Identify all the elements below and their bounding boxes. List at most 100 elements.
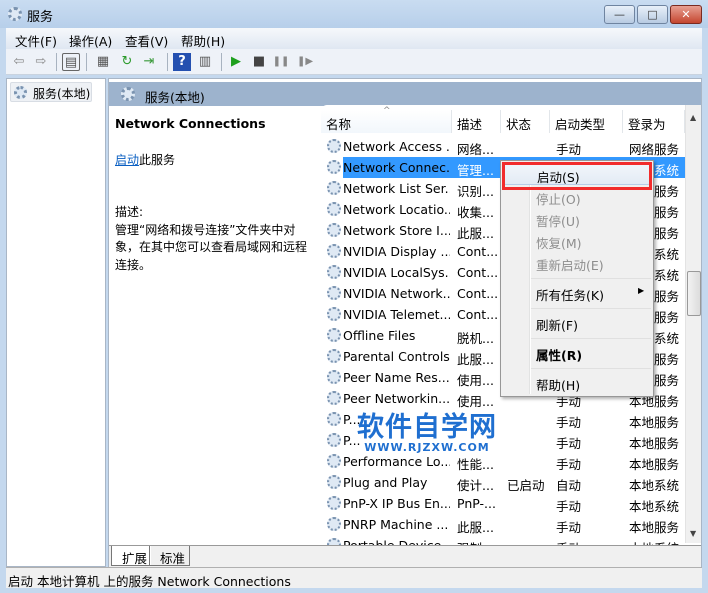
sort-ascending-icon: ^	[383, 106, 391, 116]
service-log-on-as: 本地服务	[629, 415, 680, 430]
service-description: 网络...	[457, 142, 494, 157]
service-description: Cont...	[457, 286, 499, 301]
start-service-icon[interactable]: ▶	[227, 53, 245, 71]
service-startup-type: 手动	[556, 142, 582, 157]
service-description: 此服...	[457, 226, 494, 241]
menu-item-resume[interactable]: 恢复(M)	[503, 230, 651, 252]
menu-file[interactable]: 文件(F)	[15, 31, 57, 50]
service-description: 识别...	[457, 184, 494, 199]
service-name: Plug and Play	[343, 475, 428, 490]
service-gear-icon	[327, 433, 341, 447]
service-name: Network Access ...	[343, 139, 450, 154]
column-header-startup-type[interactable]: 启动类型	[550, 110, 623, 133]
service-gear-icon	[327, 265, 341, 279]
maximize-button[interactable]: □	[637, 5, 668, 24]
context-menu: 启动(S) 停止(O) 暂停(U) 恢复(M) 重新启动(E) 所有任务(K) ▶…	[500, 160, 654, 397]
column-header-name[interactable]: 名称 ^	[321, 106, 452, 133]
menu-item-all-tasks[interactable]: 所有任务(K) ▶	[503, 282, 651, 304]
service-description: 管理...	[457, 163, 494, 178]
close-button[interactable]: ✕	[670, 5, 702, 24]
console-icon[interactable]: ▥	[196, 53, 214, 71]
service-name: Parental Controls	[343, 349, 450, 364]
column-header-description[interactable]: 描述	[452, 110, 501, 133]
watermark: 软件自学网 WWW.RJZXW.COM	[357, 412, 497, 454]
service-gear-icon	[327, 496, 341, 510]
service-log-on-as: 本地服务	[629, 520, 680, 535]
resume-service-icon[interactable]: ❚▶	[296, 53, 314, 71]
service-name: PNRP Machine ...	[343, 517, 449, 532]
help-icon[interactable]: ?	[173, 53, 191, 71]
menu-separator	[531, 368, 651, 369]
service-gear-icon	[327, 181, 341, 195]
service-description: 脱机...	[457, 331, 494, 346]
console-tree: 服务(本地)	[6, 78, 106, 567]
service-row[interactable]: Network Access ... 网络... 手动 网络服务	[321, 136, 685, 157]
refresh-icon[interactable]: ↻	[118, 53, 136, 71]
column-header-log-on-as[interactable]: 登录为	[623, 110, 685, 133]
scrollbar-thumb[interactable]	[687, 271, 701, 316]
view-tabs: 扩展 标准	[109, 545, 701, 567]
minimize-button[interactable]: —	[604, 5, 635, 24]
tab-extended[interactable]: 扩展	[111, 546, 152, 566]
service-description: 此服...	[457, 352, 494, 367]
service-gear-icon	[327, 349, 341, 363]
service-gear-icon	[327, 223, 341, 237]
services-gear-icon	[121, 87, 135, 101]
service-description: 此服...	[457, 520, 494, 535]
service-name: NVIDIA Display ...	[343, 244, 450, 259]
service-row[interactable]: PnP-X IP Bus En... PnP-... 手动 本地系统	[321, 493, 685, 514]
service-description: Cont...	[457, 307, 499, 322]
service-startup-type: 手动	[556, 436, 582, 451]
pane-header: 服务(本地)	[109, 82, 701, 106]
scroll-down-icon[interactable]: ▼	[690, 529, 696, 538]
show-tree-icon[interactable]: ▤	[62, 53, 80, 71]
service-gear-icon	[327, 475, 341, 489]
service-description: 收集...	[457, 205, 494, 220]
scroll-up-icon[interactable]: ▲	[690, 113, 696, 122]
vertical-scrollbar[interactable]: ▲ ▼	[685, 105, 701, 543]
service-gear-icon	[327, 244, 341, 258]
pause-service-icon[interactable]: ❚❚	[272, 53, 290, 71]
tree-item-services-local[interactable]: 服务(本地)	[10, 82, 92, 102]
service-name: Network Store I...	[343, 223, 450, 238]
service-description: 使计...	[457, 478, 494, 493]
service-row[interactable]: Performance Lo... 性能... 手动 本地服务	[321, 451, 685, 472]
column-header-status[interactable]: 状态	[501, 110, 550, 133]
service-name: Performance Lo...	[343, 454, 450, 469]
service-status: 已启动	[507, 478, 545, 493]
properties-icon[interactable]: ▦	[94, 53, 112, 71]
service-startup-type: 手动	[556, 520, 582, 535]
start-service-link[interactable]: 启动	[115, 153, 139, 167]
service-log-on-as: 本地系统	[629, 499, 680, 514]
menu-item-refresh[interactable]: 刷新(F)	[503, 312, 651, 334]
tree-item-label: 服务(本地)	[33, 87, 91, 101]
title-bar: 服务 — □ ✕	[0, 0, 708, 28]
menu-item-restart[interactable]: 重新启动(E)	[503, 252, 651, 274]
toolbar-divider	[86, 53, 87, 71]
forward-arrow-icon[interactable]: ⇨	[32, 53, 50, 71]
service-name: Peer Name Res...	[343, 370, 450, 385]
menu-item-properties[interactable]: 属性(R)	[503, 342, 651, 364]
menu-item-pause[interactable]: 暂停(U)	[503, 208, 651, 230]
service-row[interactable]: Plug and Play 使计... 已启动 自动 本地系统	[321, 472, 685, 493]
service-startup-type: 自动	[556, 478, 582, 493]
service-gear-icon	[327, 370, 341, 384]
service-gear-icon	[327, 160, 341, 174]
tab-standard[interactable]: 标准	[149, 546, 191, 566]
service-description: 性能...	[457, 457, 494, 472]
stop-service-icon[interactable]: ■	[250, 53, 268, 71]
menu-view[interactable]: 查看(V)	[125, 31, 168, 50]
service-log-on-as: 网络服务	[629, 142, 680, 157]
service-log-on-as: 本地服务	[629, 436, 680, 451]
service-gear-icon	[327, 412, 341, 426]
menu-help[interactable]: 帮助(H)	[181, 31, 225, 50]
service-name: Network Connec...	[343, 160, 450, 175]
back-arrow-icon[interactable]: ⇦	[10, 53, 28, 71]
service-gear-icon	[327, 391, 341, 405]
service-row[interactable]: PNRP Machine ... 此服... 手动 本地服务	[321, 514, 685, 535]
menu-item-help[interactable]: 帮助(H)	[503, 372, 651, 394]
service-description: Cont...	[457, 265, 499, 280]
service-startup-type: 手动	[556, 457, 582, 472]
export-list-icon[interactable]: ⇥	[140, 53, 158, 71]
menu-action[interactable]: 操作(A)	[69, 31, 112, 50]
